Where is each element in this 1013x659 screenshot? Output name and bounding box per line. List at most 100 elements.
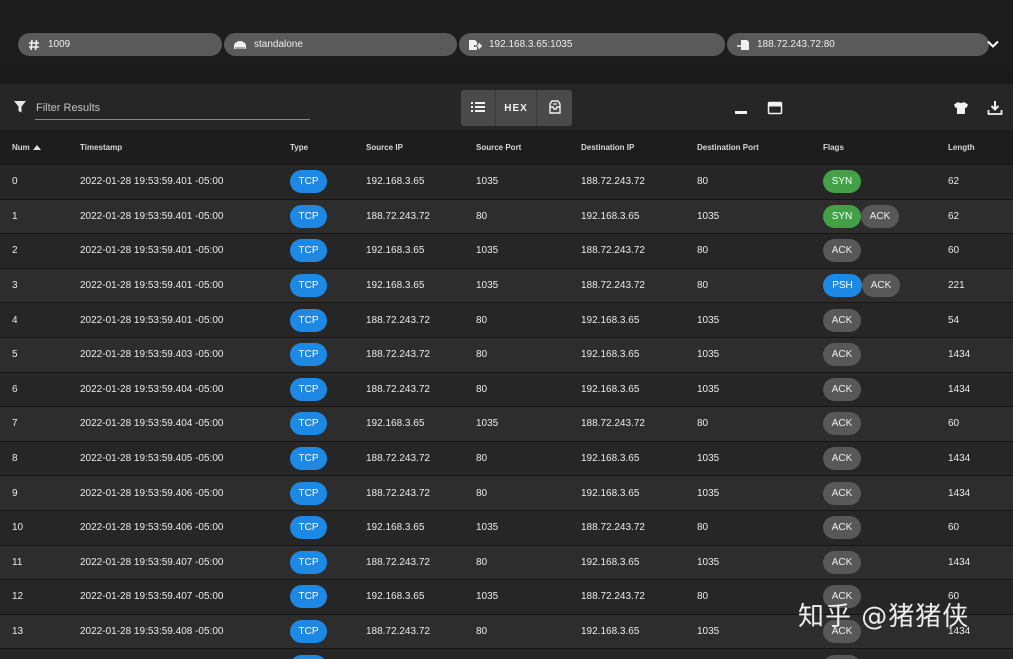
packet-source-ip: 188.72.243.72 <box>366 626 430 638</box>
flag-badge-ack: ACK <box>823 377 861 401</box>
list-view-icon <box>471 101 485 116</box>
mode-chip[interactable]: standalone <box>224 33 457 56</box>
column-header-flags[interactable]: Flags <box>823 130 844 164</box>
flag-badge-ack: ACK <box>823 343 861 367</box>
table-row[interactable]: 6 2022-01-28 19:53:59.404 -05:00 188.72.24… <box>0 372 1013 408</box>
protocol-badge: TCP <box>290 516 327 540</box>
packet-timestamp: 2022-01-28 19:53:59.404 -05:00 <box>80 383 224 395</box>
packet-destination-ip: 192.168.3.65 <box>581 626 640 638</box>
hex-view-button[interactable]: HEX <box>495 90 537 126</box>
packet-destination-port: 80 <box>697 591 709 603</box>
source-arrow-icon <box>468 38 482 52</box>
packet-length: 60 <box>948 418 960 430</box>
packet-destination-port: 1035 <box>697 349 720 361</box>
packet-length: 54 <box>948 314 960 326</box>
filter-results-input[interactable] <box>35 96 310 120</box>
packet-length: 60 <box>948 522 960 534</box>
table-row[interactable]: 2 2022-01-28 19:53:59.401 -05:00 192.168.3… <box>0 234 1013 269</box>
packet-flags: ACK <box>823 476 861 510</box>
shirt-icon[interactable] <box>953 100 969 116</box>
packet-source-port: 80 <box>476 210 488 222</box>
flag-badge-ack: ACK <box>823 412 861 436</box>
packet-length: 60 <box>948 245 960 257</box>
packet-length: 1434 <box>948 556 971 568</box>
column-header-num[interactable]: Num <box>12 130 41 164</box>
chevron-down-icon[interactable] <box>985 36 1001 52</box>
packet-num: 5 <box>12 349 18 361</box>
filter-icon <box>13 100 27 114</box>
column-header-destination-ip[interactable]: Destination IP <box>581 130 634 164</box>
packet-flags: ACK <box>823 442 861 476</box>
packet-timestamp: 2022-01-28 19:53:59.401 -05:00 <box>80 210 224 222</box>
table-row[interactable]: 3 2022-01-28 19:53:59.401 -05:00 192.168.3… <box>0 268 1013 304</box>
packet-destination-port: 1035 <box>697 556 720 568</box>
table-row[interactable]: 7 2022-01-28 19:53:59.404 -05:00 192.168.3… <box>0 407 1013 442</box>
packet-type: TCP <box>290 407 327 441</box>
split-view-icon <box>548 99 562 117</box>
packet-num: 8 <box>12 453 18 465</box>
table-row[interactable]: 8 2022-01-28 19:53:59.405 -05:00 188.72.24… <box>0 441 1013 477</box>
packet-source-port: 80 <box>476 487 488 499</box>
packet-flags: PSH ACK <box>823 269 900 303</box>
packet-source-ip: 192.168.3.65 <box>366 280 425 292</box>
packet-type: TCP <box>290 338 327 372</box>
packet-num: 13 <box>12 626 24 638</box>
packet-source-port: 1035 <box>476 418 499 430</box>
packet-count-chip[interactable]: 1009 <box>18 33 222 56</box>
table-row[interactable]: 5 2022-01-28 19:53:59.403 -05:00 188.72.24… <box>0 337 1013 373</box>
packet-num: 11 <box>12 556 23 568</box>
packet-source-ip: 192.168.3.65 <box>366 522 425 534</box>
packet-timestamp: 2022-01-28 19:53:59.401 -05:00 <box>80 245 224 257</box>
packet-source-ip: 192.168.3.65 <box>366 418 425 430</box>
packet-destination-port: 1035 <box>697 453 720 465</box>
packet-source-port: 1035 <box>476 176 499 188</box>
table-row[interactable]: 9 2022-01-28 19:53:59.406 -05:00 188.72.24… <box>0 476 1013 511</box>
protocol-badge: TCP <box>290 447 327 471</box>
column-header-timestamp[interactable]: Timestamp <box>80 130 122 164</box>
session-bar: 1009 standalone 192.168.3.65:1035 188.72… <box>0 0 1013 68</box>
minimize-icon[interactable] <box>733 100 749 116</box>
packet-source-ip: 188.72.243.72 <box>366 383 430 395</box>
packet-type: TCP <box>290 476 327 510</box>
protocol-badge: TCP <box>290 481 327 505</box>
table-row[interactable]: 0 2022-01-28 19:53:59.401 -05:00 192.168.3… <box>0 165 1013 200</box>
mode-label: standalone <box>254 39 303 50</box>
column-header-source-port[interactable]: Source Port <box>476 130 521 164</box>
table-row[interactable]: 1 2022-01-28 19:53:59.401 -05:00 188.72.24… <box>0 199 1013 235</box>
packet-type: TCP <box>290 234 327 268</box>
packet-destination-port: 80 <box>697 522 709 534</box>
download-icon[interactable] <box>987 100 1003 116</box>
source-endpoint-chip[interactable]: 192.168.3.65:1035 <box>459 33 725 56</box>
protocol-badge: TCP <box>290 308 327 332</box>
packet-source-port: 80 <box>476 383 488 395</box>
column-header-type[interactable]: Type <box>290 130 308 164</box>
flag-badge-ack: ACK <box>823 654 861 659</box>
packet-type: TCP <box>290 511 327 545</box>
column-header-length[interactable]: Length <box>948 130 975 164</box>
column-header-source-ip[interactable]: Source IP <box>366 130 403 164</box>
packet-destination-port: 1035 <box>697 383 720 395</box>
table-row[interactable]: 11 2022-01-28 19:53:59.407 -05:00 188.72.2… <box>0 545 1013 581</box>
packet-timestamp: 2022-01-28 19:53:59.406 -05:00 <box>80 487 224 499</box>
list-view-button[interactable] <box>461 90 495 126</box>
table-row[interactable]: 4 2022-01-28 19:53:59.401 -05:00 188.72.24… <box>0 303 1013 338</box>
packet-destination-ip: 192.168.3.65 <box>581 556 640 568</box>
packet-destination-ip: 192.168.3.65 <box>581 383 640 395</box>
packet-flags: ACK <box>823 338 861 372</box>
packet-flags: ACK <box>823 546 861 580</box>
packet-source-ip: 192.168.3.65 <box>366 176 425 188</box>
table-row[interactable]: TCP ACK <box>0 649 1013 659</box>
table-row[interactable]: 10 2022-01-28 19:53:59.406 -05:00 192.168.… <box>0 510 1013 546</box>
column-header-destination-port[interactable]: Destination Port <box>697 130 759 164</box>
packet-destination-ip: 188.72.243.72 <box>581 522 645 534</box>
packet-destination-ip: 188.72.243.72 <box>581 418 645 430</box>
packet-destination-ip: 192.168.3.65 <box>581 487 640 499</box>
source-endpoint: 192.168.3.65:1035 <box>489 39 573 50</box>
packet-destination-ip: 188.72.243.72 <box>581 280 645 292</box>
protocol-badge: TCP <box>290 343 327 367</box>
destination-endpoint-chip[interactable]: 188.72.243.72:80 <box>727 33 989 56</box>
packet-source-ip: 192.168.3.65 <box>366 591 425 603</box>
packet-type: TCP <box>290 580 327 614</box>
panel-icon[interactable] <box>767 100 783 116</box>
split-view-button[interactable] <box>537 90 572 126</box>
